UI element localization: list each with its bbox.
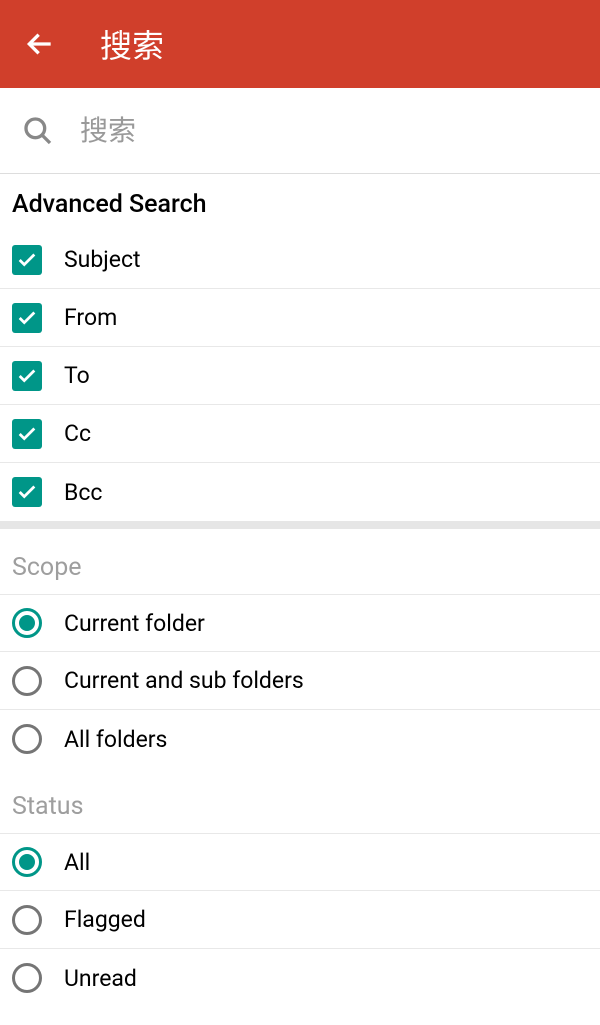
- checkbox-label: Bcc: [64, 479, 102, 506]
- back-button[interactable]: [20, 24, 60, 64]
- radio-row-flagged[interactable]: Flagged: [0, 891, 600, 949]
- radio-row-all[interactable]: All: [0, 833, 600, 891]
- checkmark-icon: [16, 307, 38, 329]
- advanced-search-title: Advanced Search: [0, 174, 600, 231]
- checkbox-label: Subject: [64, 246, 141, 273]
- radio-label: Unread: [64, 965, 137, 992]
- checkbox-row-from[interactable]: From: [0, 289, 600, 347]
- status-title: Status: [0, 768, 600, 833]
- radio-flagged[interactable]: [12, 905, 42, 935]
- radio-label: Current folder: [64, 610, 205, 637]
- checkbox-subject[interactable]: [12, 245, 42, 275]
- checkmark-icon: [16, 481, 38, 503]
- radio-unread[interactable]: [12, 963, 42, 993]
- search-icon: [20, 113, 56, 149]
- scope-title: Scope: [0, 529, 600, 594]
- back-arrow-icon: [24, 28, 56, 60]
- radio-current-folder[interactable]: [12, 608, 42, 638]
- radio-label: Flagged: [64, 906, 146, 933]
- checkbox-row-cc[interactable]: Cc: [0, 405, 600, 463]
- app-header: 搜索: [0, 0, 600, 88]
- radio-inner-icon: [19, 854, 35, 870]
- checkbox-cc[interactable]: [12, 419, 42, 449]
- checkbox-to[interactable]: [12, 361, 42, 391]
- search-input[interactable]: [80, 115, 580, 147]
- search-bar: [0, 88, 600, 174]
- checkmark-icon: [16, 249, 38, 271]
- checkbox-row-to[interactable]: To: [0, 347, 600, 405]
- checkbox-from[interactable]: [12, 303, 42, 333]
- radio-label: All folders: [64, 726, 167, 753]
- scope-section: Scope Current folder Current and sub fol…: [0, 529, 600, 768]
- radio-inner-icon: [19, 615, 35, 631]
- checkbox-bcc[interactable]: [12, 477, 42, 507]
- radio-current-and-sub[interactable]: [12, 666, 42, 696]
- radio-all[interactable]: [12, 847, 42, 877]
- checkbox-label: From: [64, 304, 117, 331]
- checkbox-label: Cc: [64, 420, 91, 447]
- radio-row-unread[interactable]: Unread: [0, 949, 600, 1007]
- section-divider: [0, 521, 600, 529]
- advanced-search-section: Advanced Search Subject From To Cc Bcc: [0, 174, 600, 521]
- radio-label: Current and sub folders: [64, 667, 304, 694]
- header-title: 搜索: [100, 21, 164, 67]
- checkbox-row-bcc[interactable]: Bcc: [0, 463, 600, 521]
- checkmark-icon: [16, 423, 38, 445]
- radio-row-current-and-sub[interactable]: Current and sub folders: [0, 652, 600, 710]
- status-section: Status All Flagged Unread: [0, 768, 600, 1007]
- radio-row-current-folder[interactable]: Current folder: [0, 594, 600, 652]
- radio-all-folders[interactable]: [12, 724, 42, 754]
- radio-label: All: [64, 849, 90, 876]
- checkbox-row-subject[interactable]: Subject: [0, 231, 600, 289]
- checkbox-label: To: [64, 362, 90, 389]
- checkmark-icon: [16, 365, 38, 387]
- radio-row-all-folders[interactable]: All folders: [0, 710, 600, 768]
